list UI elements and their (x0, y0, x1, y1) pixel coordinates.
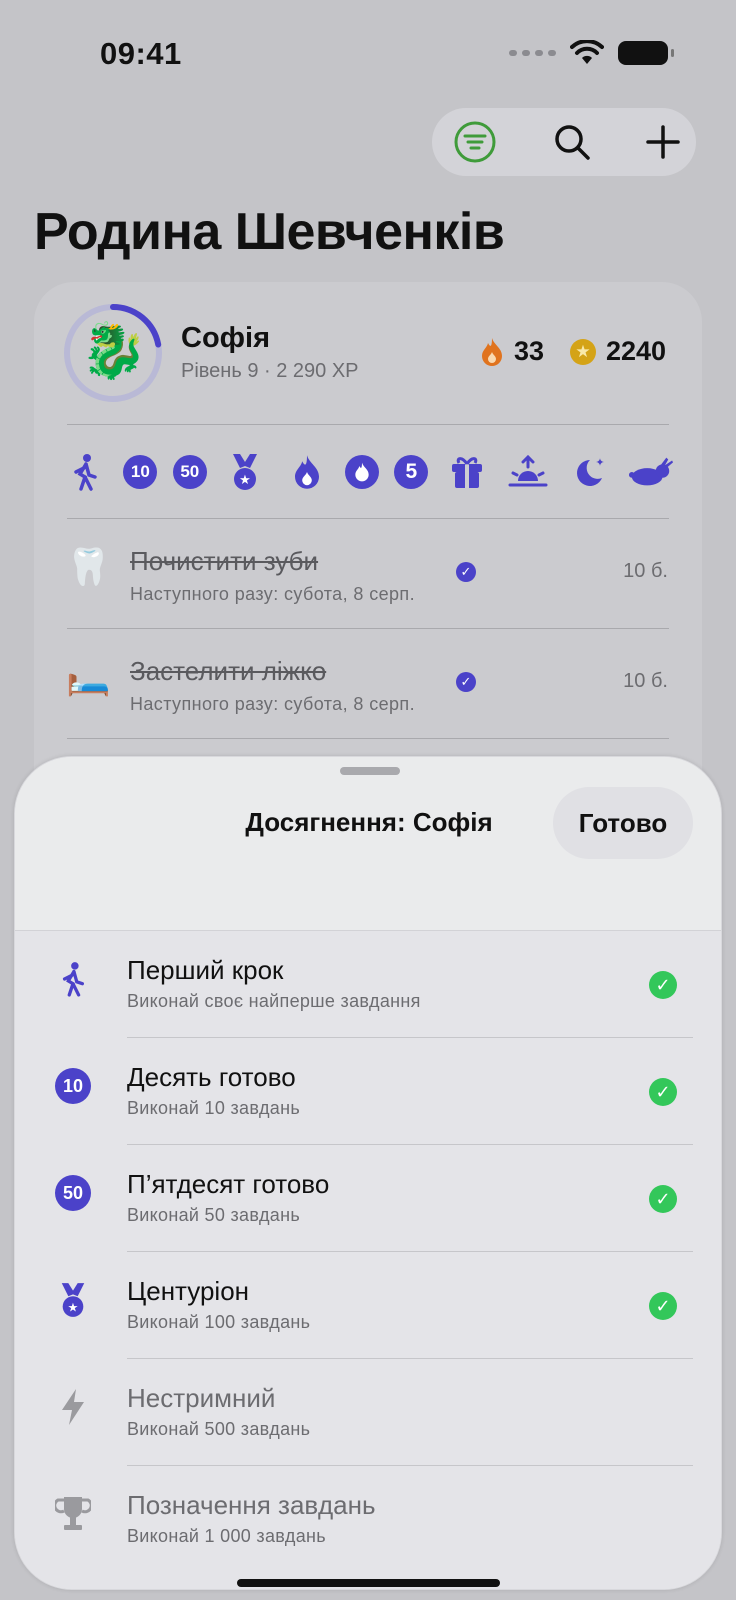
divider (67, 738, 669, 739)
task-points: 10 б. (623, 670, 668, 692)
medal-icon: ★ (222, 449, 268, 495)
tooth-icon: 🦷 (66, 546, 111, 587)
done-button[interactable]: Готово (553, 787, 693, 859)
wifi-icon (570, 40, 604, 64)
task-title: Почистити зуби (130, 546, 319, 576)
sunrise-icon (505, 449, 551, 495)
achievement-desc: Виконай 1 000 завдань (127, 1526, 326, 1546)
achievement-desc: Виконай своє найперше завдання (127, 991, 421, 1011)
plus-icon (646, 125, 680, 159)
member-level: Рівень 9 · 2 290 XP (181, 360, 359, 382)
badge-10-icon: 10 (55, 1068, 91, 1104)
svg-text:★: ★ (68, 1300, 79, 1314)
check-icon: ✓ (456, 672, 476, 692)
divider (67, 424, 669, 425)
achievement-row[interactable]: Перший крок Виконай своє найперше завдан… (15, 931, 721, 1038)
member-name: Софія (181, 322, 271, 354)
coins-stat: ★ 2240 (570, 336, 666, 367)
checkmark-icon: ✓ (649, 971, 677, 999)
status-icons (509, 40, 674, 66)
filter-icon (454, 121, 496, 163)
coin-icon: ★ (570, 338, 596, 365)
badge-50-icon: 50 (55, 1175, 91, 1211)
badge-5-icon: 5 (394, 455, 429, 489)
achievements-list: Перший крок Виконай своє найперше завдан… (15, 931, 721, 1589)
badge-10-icon: 10 (123, 455, 158, 489)
walking-icon (53, 959, 93, 999)
task-points: 10 б. (623, 560, 668, 582)
achievement-row[interactable]: 50 П’ятдесят готово Виконай 50 завдань ✓ (15, 1145, 721, 1252)
svg-text:★: ★ (239, 472, 251, 487)
task-row[interactable]: 🛏️ Застелити ліжко Наступного разу: субо… (62, 642, 674, 726)
achievement-title: Нестримний (127, 1383, 276, 1413)
achievement-desc: Виконай 500 завдань (127, 1419, 311, 1439)
filter-button[interactable] (448, 115, 502, 169)
hare-icon (628, 449, 674, 495)
achievement-title: П’ятдесят готово (127, 1169, 330, 1199)
divider (67, 628, 669, 629)
gift-icon (444, 449, 490, 495)
achievement-desc: Виконай 100 завдань (127, 1312, 311, 1332)
flame-icon (482, 337, 502, 366)
achievements-sheet: Досягнення: Софія Готово Перший крок Вик… (14, 756, 722, 1590)
streak-stat: 33 (480, 336, 544, 367)
sheet-header: Досягнення: Софія Готово (15, 757, 721, 931)
badge-50-icon: 50 (172, 455, 207, 489)
coins-count: 2240 (606, 336, 667, 366)
task-title: Застелити ліжко (130, 656, 327, 686)
checkmark-icon: ✓ (649, 1078, 677, 1106)
moon-stars-icon: ✦ (567, 449, 613, 495)
bed-icon: 🛏️ (66, 656, 111, 697)
checkmark-icon: ✓ (649, 1292, 677, 1320)
task-next-date: Наступного разу: субота, 8 серп. (130, 584, 415, 604)
achievement-desc: Виконай 10 завдань (127, 1098, 301, 1118)
task-row[interactable]: 🦷 Почистити зуби Наступного разу: субота… (62, 532, 674, 616)
achievement-title: Центуріон (127, 1276, 250, 1306)
streak-count: 33 (514, 336, 545, 366)
achievement-row[interactable]: ★ Центуріон Виконай 100 завдань ✓ (15, 1252, 721, 1359)
status-bar: 09:41 (0, 0, 736, 100)
search-button[interactable] (545, 115, 599, 169)
bolt-icon (53, 1387, 93, 1427)
achievement-title: Позначення завдань (127, 1490, 376, 1520)
achievement-title: Десять готово (127, 1062, 296, 1092)
flame-icon (284, 449, 330, 495)
search-icon (555, 125, 590, 160)
divider (67, 518, 669, 519)
add-button[interactable] (636, 115, 690, 169)
flame-circle-icon (344, 455, 379, 489)
status-time: 09:41 (100, 36, 182, 71)
achievement-row[interactable]: Нестримний Виконай 500 завдань (15, 1359, 721, 1466)
medal-icon: ★ (53, 1280, 93, 1320)
avatar: 🐉 (80, 321, 148, 381)
cellular-icon (509, 50, 556, 56)
home-indicator (237, 1579, 500, 1587)
battery-icon (618, 41, 674, 65)
badges-row[interactable]: 10 50 ★ 5 ✦ (62, 448, 674, 496)
page-title: Родина Шевченків (34, 203, 505, 261)
achievement-row[interactable]: Позначення завдань Виконай 1 000 завдань (15, 1466, 721, 1573)
walking-icon (62, 449, 108, 495)
achievement-title: Перший крок (127, 955, 284, 985)
trophy-icon (53, 1494, 93, 1534)
achievement-desc: Виконай 50 завдань (127, 1205, 301, 1225)
checkmark-icon: ✓ (649, 1185, 677, 1213)
check-icon: ✓ (456, 562, 476, 582)
task-next-date: Наступного разу: субота, 8 серп. (130, 694, 415, 714)
sheet-grabber[interactable] (340, 767, 400, 775)
achievement-row[interactable]: 10 Десять готово Виконай 10 завдань ✓ (15, 1038, 721, 1145)
svg-text:✦: ✦ (595, 457, 604, 469)
